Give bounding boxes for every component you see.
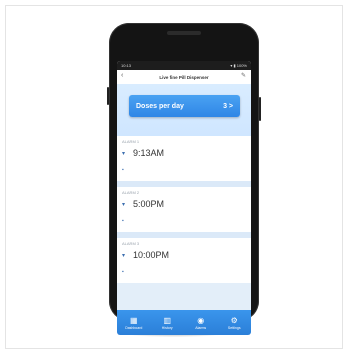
empty-space	[117, 283, 251, 310]
bell-icon: ▾	[122, 202, 126, 208]
bell-icon: ▾	[122, 253, 126, 259]
grid-icon: ▦	[129, 315, 138, 325]
page-title: Live fine Pill Dispenser	[159, 74, 209, 80]
alarm-label: ALARM 1	[122, 139, 140, 144]
pencil-icon[interactable]: ✎	[241, 72, 246, 79]
tab-label: History	[161, 325, 173, 330]
phone-screen: 10:13 ▾ ▮ 100% ‹ Live fine Pill Dispense…	[117, 61, 251, 335]
tab-label: Alarms	[195, 325, 207, 330]
pill-icon: ▪	[122, 167, 124, 173]
tab-settings[interactable]: ⚙ Settings	[218, 310, 252, 335]
chevron-left-icon[interactable]: ‹	[121, 72, 123, 79]
doses-value: 3 >	[223, 102, 233, 110]
status-indicators: ▾ ▮ 100%	[230, 63, 247, 68]
status-time: 10:13	[121, 63, 132, 68]
alarm-label: ALARM 3	[122, 241, 140, 246]
app-header: ‹ Live fine Pill Dispenser ✎	[117, 70, 251, 85]
alarm-clock-icon: ◉	[197, 315, 205, 325]
power-button	[259, 97, 261, 121]
pill-icon: ▪	[122, 269, 124, 275]
gear-icon: ⚙	[230, 315, 238, 325]
alarm-time[interactable]: 5:00PM	[133, 199, 164, 209]
bottom-tab-bar: ▦ Dashboard ▥ History ◉ Alarms ⚙ Setting…	[117, 310, 251, 335]
doses-per-day-button[interactable]: Doses per day 3 >	[129, 95, 240, 117]
trash-icon: ▥	[163, 315, 172, 325]
pill-icon: ▪	[122, 218, 124, 224]
tab-label: Dashboard	[125, 325, 143, 330]
phone-earpiece	[167, 31, 201, 35]
tab-label: Settings	[227, 325, 241, 330]
tab-alarms[interactable]: ◉ Alarms	[184, 310, 218, 335]
alarm-row-2[interactable]: ALARM 2 ▾ 5:00PM ▪	[117, 187, 251, 233]
volume-button	[107, 87, 109, 105]
alarm-row-3[interactable]: ALARM 3 ▾ 10:00PM ▪	[117, 238, 251, 284]
alarm-row-1[interactable]: ALARM 1 ▾ 9:13AM ▪	[117, 136, 251, 182]
status-bar: 10:13 ▾ ▮ 100%	[117, 61, 251, 70]
tab-dashboard[interactable]: ▦ Dashboard	[117, 310, 151, 335]
doses-label: Doses per day	[136, 102, 184, 110]
alarm-time[interactable]: 9:13AM	[133, 148, 164, 158]
alarm-time[interactable]: 10:00PM	[133, 250, 169, 260]
bell-icon: ▾	[122, 151, 126, 157]
tab-history[interactable]: ▥ History	[151, 310, 185, 335]
phone-device: 10:13 ▾ ▮ 100% ‹ Live fine Pill Dispense…	[107, 23, 261, 335]
alarm-label: ALARM 2	[122, 190, 140, 195]
